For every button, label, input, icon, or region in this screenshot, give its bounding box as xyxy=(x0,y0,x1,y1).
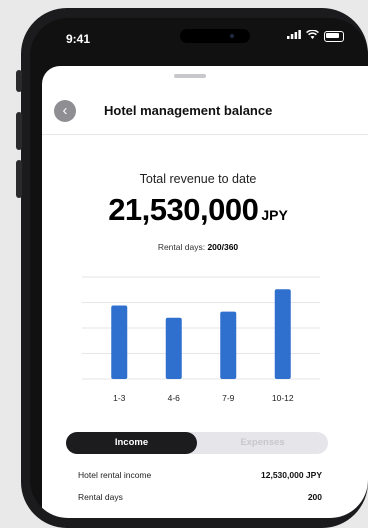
x-tick-label: 7-9 xyxy=(222,393,235,403)
status-bar: 9:41 xyxy=(30,18,368,62)
x-tick-label: 4-6 xyxy=(168,393,181,403)
currency-unit: JPY xyxy=(261,207,288,223)
tab-expenses[interactable]: Expenses xyxy=(197,432,328,454)
wifi-icon xyxy=(306,29,319,42)
header-divider xyxy=(42,134,368,135)
phone-screen: 9:41 ‹ Hotel management balance Total re… xyxy=(30,18,368,518)
dynamic-island xyxy=(180,29,250,43)
list-item: Hotel rental income 12,530,000 JPY xyxy=(78,470,322,480)
rental-days-value: 200/360 xyxy=(207,242,239,252)
page-title: Hotel management balance xyxy=(104,103,273,118)
back-button[interactable]: ‹ xyxy=(54,100,76,122)
income-expenses-toggle: Income Expenses xyxy=(66,432,328,454)
status-time: 9:41 xyxy=(66,32,91,46)
row-value: 12,530,000 JPY xyxy=(261,470,322,480)
quarterly-bar-chart: 1-3 4-6 7-9 10-12 xyxy=(82,276,320,403)
rental-days: Rental days: 200/360 xyxy=(42,242,354,252)
balance-sheet: ‹ Hotel management balance Total revenue… xyxy=(42,66,368,518)
chevron-left-icon: ‹ xyxy=(62,102,68,119)
rental-days-label: Rental days: xyxy=(157,242,206,252)
sheet-grabber[interactable] xyxy=(174,74,206,78)
volume-down-button xyxy=(16,160,22,198)
revenue-label: Total revenue to date xyxy=(139,172,257,186)
mute-switch xyxy=(16,70,22,92)
chart-bar-10-12[interactable] xyxy=(274,289,291,379)
chart-bar-1-3[interactable] xyxy=(111,305,128,379)
revenue-amount: 21,530,000 JPY xyxy=(42,192,354,228)
chart-bar-4-6[interactable] xyxy=(165,317,182,379)
tab-income[interactable]: Income xyxy=(66,432,197,454)
x-tick-label: 10-12 xyxy=(272,393,294,403)
revenue-value: 21,530,000 xyxy=(108,192,259,227)
camera-dot xyxy=(230,34,234,38)
status-icons xyxy=(287,29,344,42)
x-tick-label: 1-3 xyxy=(113,393,126,403)
signal-icon xyxy=(287,30,301,42)
row-label: Hotel rental income xyxy=(78,470,152,480)
row-label: Rental days xyxy=(78,492,123,502)
chart-bar-7-9[interactable] xyxy=(220,311,237,379)
battery-icon xyxy=(324,30,344,42)
row-value: 200 xyxy=(307,492,322,502)
volume-up-button xyxy=(16,112,22,150)
list-item: Rental days 200 xyxy=(78,492,322,502)
